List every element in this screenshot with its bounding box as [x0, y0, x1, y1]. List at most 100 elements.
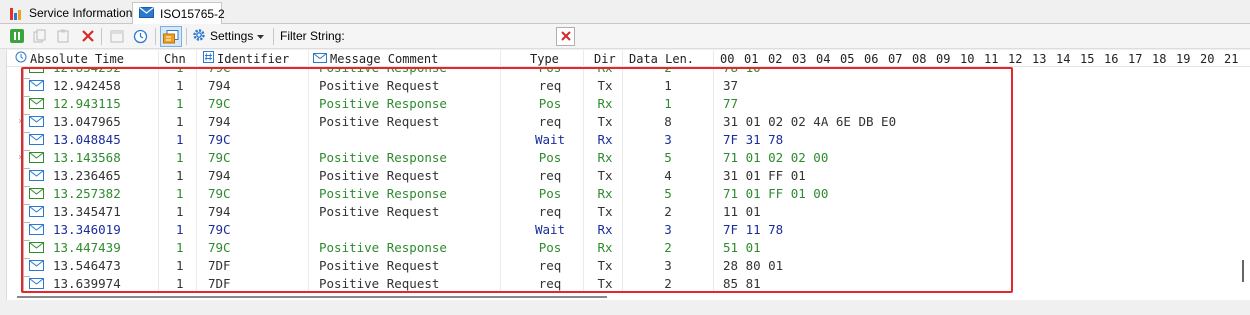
cell-dir: Tx: [597, 204, 613, 219]
message-row[interactable]: 12.943115 1 79C Positive Response Pos Rx 1 77: [7, 95, 1237, 114]
cell-chn: 1: [176, 67, 184, 75]
paste-button[interactable]: [54, 27, 72, 45]
toggle-view-button[interactable]: [160, 26, 182, 47]
message-row[interactable]: 12.834292 1 79C Positive Response Pos Rx 2 78 1…: [7, 67, 1237, 78]
cell-chn: 1: [176, 168, 184, 183]
column-header-chn[interactable]: Chn: [164, 51, 186, 66]
cell-data-bytes: 71 01 FF 01 00: [723, 186, 829, 201]
envelope-icon: [139, 6, 154, 21]
column-header-identifier[interactable]: Identifier: [203, 51, 289, 66]
cell-identifier: 7DF: [208, 276, 231, 291]
message-row[interactable]: 13.546473 1 7DF Positive Request req Tx 3 28 80…: [7, 257, 1237, 276]
cell-type: Pos: [538, 67, 562, 75]
cell-identifier: 794: [208, 204, 231, 219]
cell-data-bytes: 11 01: [723, 204, 761, 219]
expand-chevron-icon[interactable]: ›: [17, 150, 23, 166]
horizontal-scrollbar-thumb[interactable]: [17, 296, 607, 298]
column-header-type[interactable]: Type: [530, 51, 559, 66]
column-header-dir[interactable]: Dir: [594, 51, 616, 66]
column-header-byte[interactable]: 06: [864, 51, 878, 66]
toolbar-separator: [273, 28, 274, 45]
cell-absolute-time: 12.834292: [53, 67, 121, 75]
clock-button[interactable]: [131, 27, 149, 45]
cell-data-len: 5: [664, 150, 672, 165]
column-header-byte[interactable]: 01: [744, 51, 758, 66]
cell-type: Wait: [534, 132, 566, 147]
cell-chn: 1: [176, 258, 184, 273]
envelope-icon: [29, 169, 44, 185]
column-header-chn-label: Chn: [164, 51, 186, 66]
delete-button[interactable]: [79, 27, 97, 45]
message-row[interactable]: 13.345471 1 794 Positive Request req Tx 2 11 01: [7, 203, 1237, 222]
calendar-button[interactable]: [108, 27, 126, 45]
message-row[interactable]: 13.048845 1 79C Wait Rx 3 7F 31 78: [7, 131, 1237, 150]
column-header-byte[interactable]: 08: [912, 51, 926, 66]
cell-type: req: [538, 114, 562, 129]
column-header-byte[interactable]: 18: [1152, 51, 1166, 66]
toolbar: Settings Filter String:: [0, 24, 1250, 49]
cell-absolute-time: 12.942458: [53, 78, 121, 93]
column-header-byte[interactable]: 13: [1032, 51, 1046, 66]
cell-identifier: 79C: [208, 67, 231, 75]
cell-data-bytes: 51 01: [723, 240, 761, 255]
tree-connector: [23, 186, 24, 204]
tab-iso15765-2-label: ISO15765-2: [160, 6, 225, 21]
pause-button[interactable]: [8, 27, 26, 45]
column-header-byte[interactable]: 07: [888, 51, 902, 66]
cell-chn: 1: [176, 204, 184, 219]
column-header-byte[interactable]: 17: [1128, 51, 1142, 66]
column-header-byte[interactable]: 04: [816, 51, 830, 66]
message-row[interactable]: › 13.047965 1 794 Positive Request req Tx 8 31 0…: [7, 113, 1237, 132]
column-header-byte[interactable]: 12: [1008, 51, 1022, 66]
message-grid: Absolute Time Chn Identifier Message Com…: [6, 50, 1250, 300]
column-header-byte[interactable]: 02: [768, 51, 782, 66]
cell-dir: Tx: [597, 258, 613, 273]
message-row[interactable]: 13.236465 1 794 Positive Request req Tx 4 31 01…: [7, 167, 1237, 186]
tab-service-information[interactable]: Service Information: [4, 2, 138, 24]
column-header-byte[interactable]: 11: [984, 51, 998, 66]
column-header-absolute-time[interactable]: Absolute Time: [15, 51, 124, 66]
column-header-byte[interactable]: 10: [960, 51, 974, 66]
cell-chn: 1: [176, 132, 184, 147]
column-header-byte[interactable]: 05: [840, 51, 854, 66]
message-row[interactable]: 13.346019 1 79C Wait Rx 3 7F 11 78: [7, 221, 1237, 240]
cell-absolute-time: 13.639974: [53, 276, 121, 291]
column-header-byte[interactable]: 21: [1224, 51, 1238, 66]
column-header-byte[interactable]: 15: [1080, 51, 1094, 66]
column-header-data-len[interactable]: Data Len.: [629, 51, 694, 66]
cell-message-comment: Positive Request: [319, 204, 440, 219]
message-row[interactable]: 13.257382 1 79C Positive Response Pos Rx 5 71 0…: [7, 185, 1237, 204]
cell-absolute-time: 13.346019: [53, 222, 121, 237]
column-header-byte[interactable]: 09: [936, 51, 950, 66]
expand-chevron-icon[interactable]: ›: [17, 114, 23, 130]
copy-button[interactable]: [31, 27, 49, 45]
column-header-byte[interactable]: 00: [720, 51, 734, 66]
message-row[interactable]: › 13.143568 1 79C Positive Response Pos Rx 5 71 …: [7, 149, 1237, 168]
column-header-byte[interactable]: 03: [792, 51, 806, 66]
clear-filter-button[interactable]: [556, 27, 575, 46]
bar-chart-icon: [10, 6, 24, 20]
column-header-message-comment[interactable]: Message Comment: [313, 51, 438, 66]
column-header-byte[interactable]: 20: [1200, 51, 1214, 66]
message-row[interactable]: 12.942458 1 794 Positive Request req Tx 1 37: [7, 77, 1237, 96]
horizontal-scrollbar[interactable]: [7, 293, 1237, 300]
cell-data-bytes: 85 81: [723, 276, 761, 291]
column-header-byte[interactable]: 19: [1176, 51, 1190, 66]
cell-chn: 1: [176, 186, 184, 201]
cell-data-len: 3: [664, 258, 672, 273]
column-header-byte[interactable]: 16: [1104, 51, 1118, 66]
message-row[interactable]: 13.447439 1 79C Positive Response Pos Rx 2 51 0…: [7, 239, 1237, 258]
cell-chn: 1: [176, 240, 184, 255]
settings-button[interactable]: Settings: [192, 27, 265, 45]
cell-dir: Rx: [597, 186, 613, 201]
envelope-icon: [29, 223, 44, 239]
vertical-scrollbar[interactable]: [1237, 67, 1250, 293]
vertical-scrollbar-thumb[interactable]: [1242, 260, 1244, 282]
cell-chn: 1: [176, 222, 184, 237]
tab-iso15765-2[interactable]: ISO15765-2: [132, 2, 225, 25]
cell-data-len: 2: [664, 204, 672, 219]
filter-string-input[interactable]: [350, 27, 550, 46]
column-header-byte[interactable]: 14: [1056, 51, 1070, 66]
cell-data-len: 3: [664, 132, 672, 147]
message-row[interactable]: 13.639974 1 7DF Positive Request req Tx 2 85 81: [7, 275, 1237, 293]
